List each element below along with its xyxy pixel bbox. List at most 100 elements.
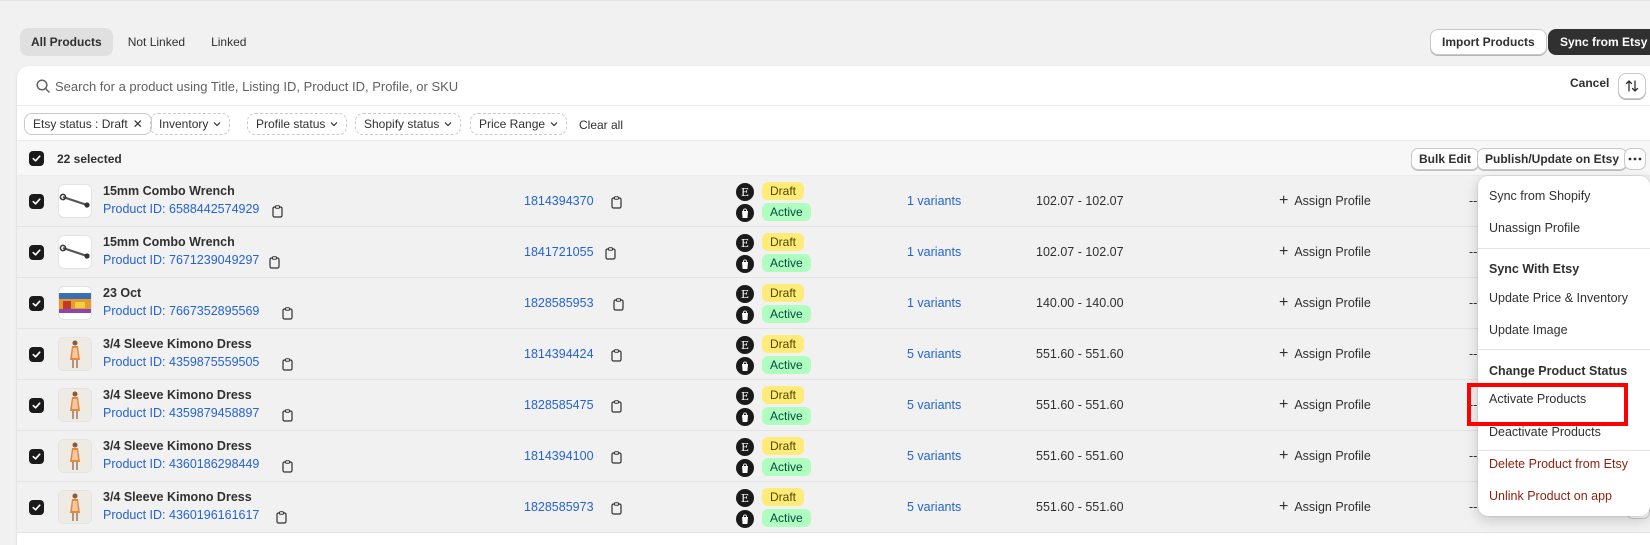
product-id-link[interactable]: Product ID: 4359879458897 [103, 406, 259, 420]
variants-link[interactable]: 1 variants [907, 194, 961, 208]
variants-link[interactable]: 5 variants [907, 449, 961, 463]
profile-status-filter[interactable]: Profile status [247, 113, 348, 135]
select-all-checkbox[interactable] [29, 151, 44, 166]
listing-id-link[interactable]: 1814394100 [524, 449, 594, 463]
table-row[interactable]: 15mm Combo Wrench Product ID: 6588442574… [17, 176, 1650, 227]
copy-icon[interactable] [276, 511, 287, 524]
listing-id-link[interactable]: 1828585475 [524, 398, 594, 412]
menu-item-delete-from-etsy[interactable]: Delete Product from Etsy [1489, 457, 1628, 471]
menu-divider [1478, 248, 1650, 249]
plus-icon: + [1279, 192, 1289, 209]
etsy-icon: E [736, 183, 754, 201]
shopify-status-badge: Active [762, 509, 811, 527]
search-input[interactable] [55, 75, 1455, 97]
tab-all-products[interactable]: All Products [20, 28, 113, 56]
listing-id-link[interactable]: 1828585973 [524, 500, 594, 514]
copy-icon[interactable] [611, 400, 622, 413]
product-id-link[interactable]: Product ID: 4359875559505 [103, 355, 259, 369]
bulk-edit-button[interactable]: Bulk Edit [1411, 148, 1480, 170]
more-actions-button[interactable] [1624, 148, 1646, 170]
menu-divider [1478, 450, 1650, 451]
menu-item-update-image[interactable]: Update Image [1489, 323, 1568, 337]
listing-id-link[interactable]: 1841721055 [524, 245, 594, 259]
variants-link[interactable]: 5 variants [907, 500, 961, 514]
row-checkbox[interactable] [29, 500, 44, 515]
remove-filter-icon[interactable]: ✕ [133, 117, 143, 131]
listing-id-link[interactable]: 1814394424 [524, 347, 594, 361]
copy-icon[interactable] [272, 205, 283, 218]
etsy-status-badge: Draft [762, 488, 805, 506]
assign-profile-button[interactable]: + Assign Profile [1279, 346, 1371, 362]
row-checkbox[interactable] [29, 398, 44, 413]
table-row[interactable]: 3/4 Sleeve Kimono Dress Product ID: 4359… [17, 380, 1650, 431]
copy-icon[interactable] [269, 256, 280, 269]
copy-icon[interactable] [611, 502, 622, 515]
row-checkbox[interactable] [29, 194, 44, 209]
row-checkbox[interactable] [29, 296, 44, 311]
sort-button[interactable] [1618, 73, 1646, 99]
dress-image [59, 440, 91, 472]
copy-icon[interactable] [611, 451, 622, 464]
copy-icon[interactable] [282, 460, 293, 473]
plus-icon: + [1279, 498, 1289, 515]
product-id-link[interactable]: Product ID: 4360196161617 [103, 508, 259, 522]
product-id-link[interactable]: Product ID: 7671239049297 [103, 253, 259, 267]
clear-all-filters-button[interactable]: Clear all [579, 118, 623, 132]
listing-id-link[interactable]: 1828585953 [524, 296, 594, 310]
shopify-status-filter[interactable]: Shopify status [355, 113, 462, 135]
inventory-filter[interactable]: Inventory [150, 113, 231, 135]
menu-item-update-price-inventory[interactable]: Update Price & Inventory [1489, 291, 1628, 305]
copy-icon[interactable] [611, 349, 622, 362]
variants-link[interactable]: 5 variants [907, 398, 961, 412]
menu-item-deactivate-products[interactable]: Deactivate Products [1489, 425, 1601, 439]
checkmark-icon [32, 453, 41, 460]
etsy-status-filter-chip[interactable]: Etsy status : Draft ✕ [24, 113, 152, 135]
cancel-button[interactable]: Cancel [1570, 76, 1609, 90]
assign-profile-button[interactable]: + Assign Profile [1279, 192, 1371, 209]
table-row[interactable]: 3/4 Sleeve Kimono Dress Product ID: 4359… [17, 329, 1650, 380]
row-checkbox[interactable] [29, 449, 44, 464]
assign-profile-button[interactable]: + Assign Profile [1279, 397, 1371, 413]
row-checkbox[interactable] [29, 245, 44, 260]
shopify-icon [736, 510, 754, 528]
product-id-link[interactable]: Product ID: 7667352895569 [103, 304, 259, 318]
tab-linked[interactable]: Linked [200, 28, 257, 56]
product-id-link[interactable]: Product ID: 4360186298449 [103, 457, 259, 471]
actions-dropdown-menu: Sync from Shopify Unassign Profile Sync … [1478, 176, 1650, 516]
copy-icon[interactable] [613, 298, 624, 311]
table-row[interactable]: 3/4 Sleeve Kimono Dress Product ID: 4360… [17, 431, 1650, 482]
price-range-filter-label: Price Range [479, 117, 546, 131]
copy-icon[interactable] [282, 358, 293, 371]
price-range-filter[interactable]: Price Range [470, 113, 568, 135]
table-row[interactable]: 3/4 Sleeve Kimono Dress Product ID: 4360… [17, 482, 1650, 533]
assign-profile-button[interactable]: + Assign Profile [1279, 448, 1371, 464]
variants-link[interactable]: 1 variants [907, 245, 961, 259]
variants-link[interactable]: 5 variants [907, 347, 961, 361]
row-checkbox[interactable] [29, 347, 44, 362]
assign-profile-button[interactable]: + Assign Profile [1279, 244, 1371, 260]
shopify-icon [736, 306, 754, 324]
menu-item-sync-from-shopify[interactable]: Sync from Shopify [1489, 189, 1590, 203]
menu-item-unassign-profile[interactable]: Unassign Profile [1489, 221, 1580, 235]
copy-icon[interactable] [605, 247, 616, 260]
assign-profile-button[interactable]: + Assign Profile [1279, 295, 1371, 311]
assign-profile-button[interactable]: + Assign Profile [1279, 498, 1371, 515]
menu-item-unlink-product[interactable]: Unlink Product on app [1489, 489, 1612, 503]
product-thumbnail [58, 286, 92, 320]
table-row[interactable]: 15mm Combo Wrench Product ID: 7671239049… [17, 227, 1650, 278]
product-id-link[interactable]: Product ID: 6588442574929 [103, 202, 259, 216]
variants-link[interactable]: 1 variants [907, 296, 961, 310]
listing-id-link[interactable]: 1814394370 [524, 194, 594, 208]
tab-not-linked[interactable]: Not Linked [117, 28, 196, 56]
sync-from-etsy-button[interactable]: Sync from Etsy [1548, 29, 1650, 55]
price-range: 551.60 - 551.60 [1036, 398, 1124, 412]
publish-update-etsy-button[interactable]: Publish/Update on Etsy [1477, 148, 1628, 170]
shopify-icon [736, 255, 754, 273]
import-products-button[interactable]: Import Products [1430, 29, 1547, 55]
assign-profile-label: Assign Profile [1294, 296, 1371, 310]
copy-icon[interactable] [282, 307, 293, 320]
table-row[interactable]: 23 Oct Product ID: 7667352895569 1828585… [17, 278, 1650, 329]
copy-icon[interactable] [611, 196, 622, 209]
more-horizontal-icon [1628, 157, 1642, 161]
copy-icon[interactable] [282, 409, 293, 422]
